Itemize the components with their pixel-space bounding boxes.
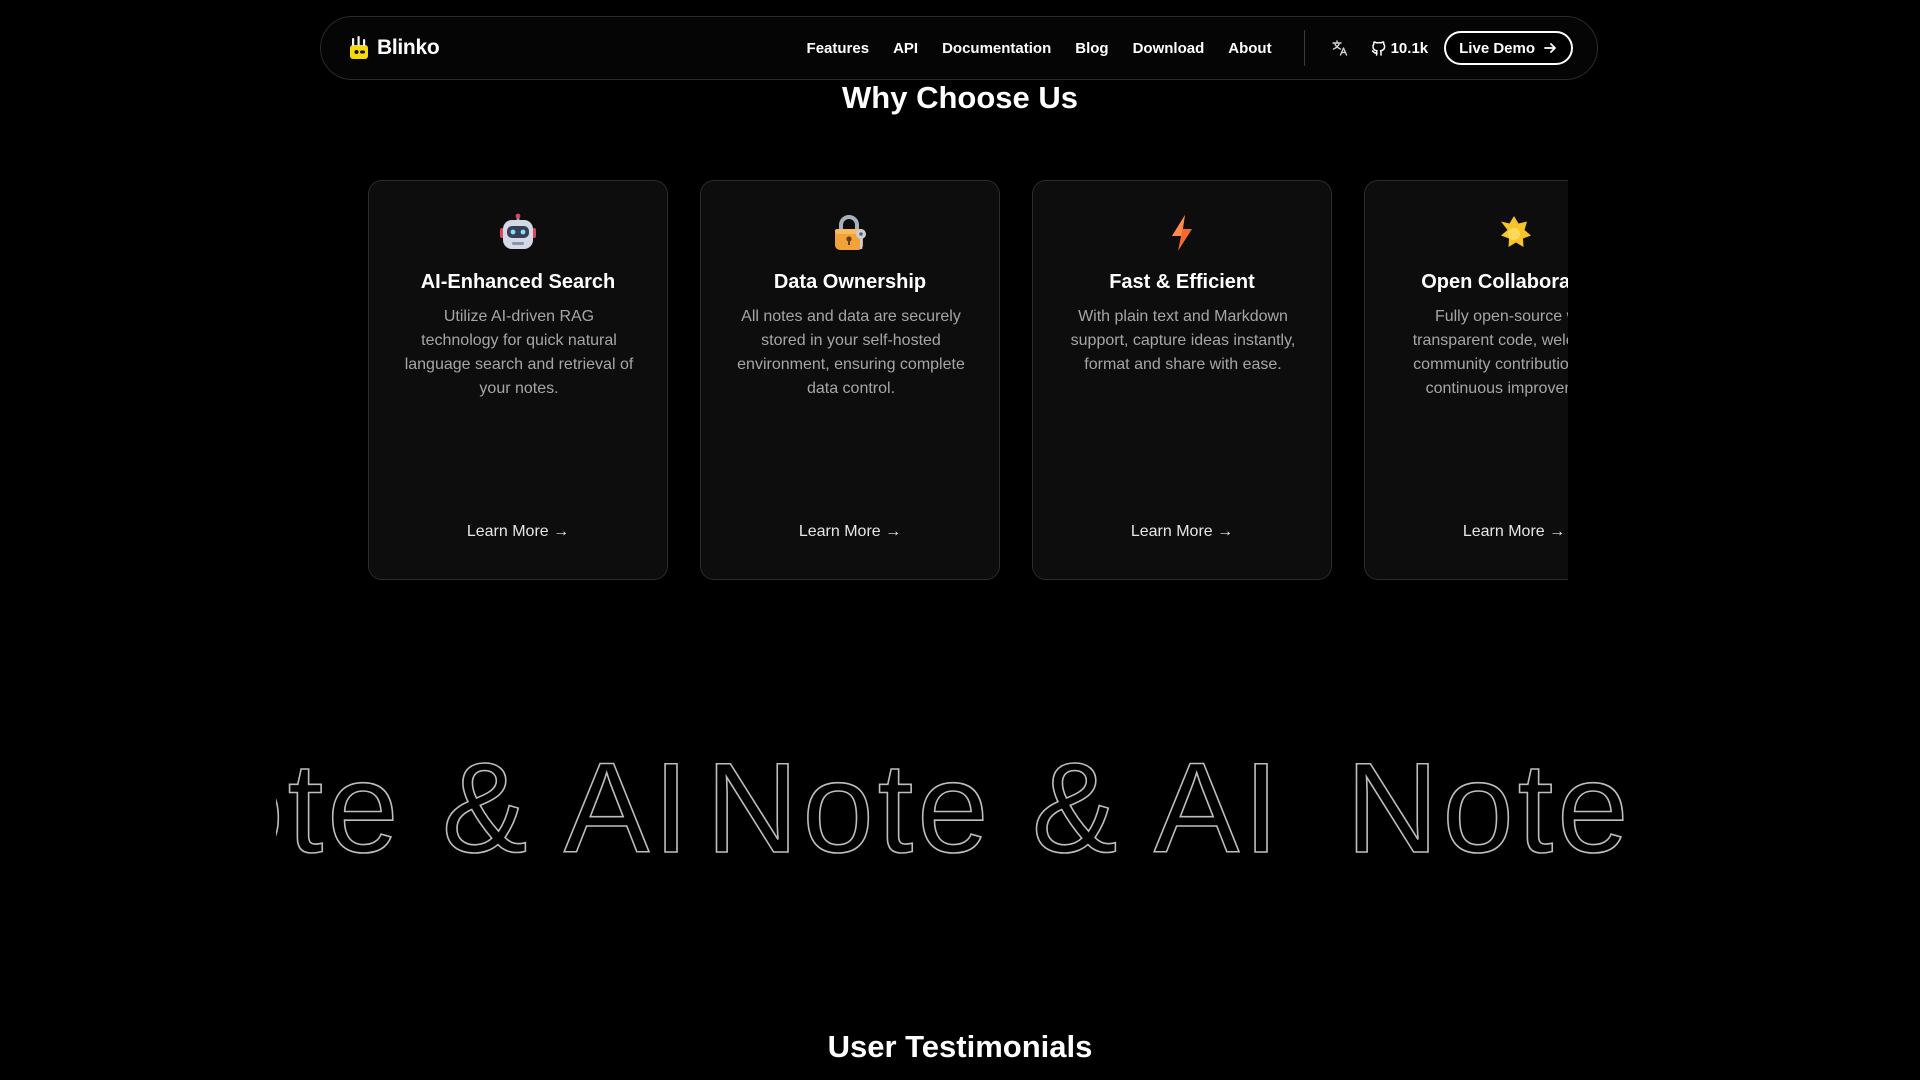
translate-icon[interactable] [1331,39,1349,57]
nav-link-features[interactable]: Features [807,40,870,57]
lock-key-icon [835,215,866,250]
feature-card-fast-efficient: Fast & Efficient With plain text and Mar… [1032,180,1332,580]
card-description: Utilize AI-driven RAG technology for qui… [404,308,634,397]
arrow-right-icon [1544,43,1556,53]
nav-links: Features API Documentation Blog Download… [807,40,1272,57]
why-choose-us-title: Why Choose Us [842,80,1078,115]
card-description: Fully open-source with transparent code,… [1412,308,1568,397]
marquee-text: Note & AI [276,740,693,860]
learn-more-link[interactable]: Learn More → [1365,523,1568,541]
nav-divider [1303,30,1305,66]
logo-icon [350,36,368,59]
nav-link-about[interactable]: About [1228,40,1271,57]
card-description: With plain text and Markdown support, ca… [1070,308,1296,373]
marquee-text: Note & AI [1346,740,1646,860]
top-navbar: Blinko Features API Documentation Blog D… [320,16,1598,80]
card-description: All notes and data are securely stored i… [737,308,965,397]
logo[interactable]: Blinko [347,35,440,61]
github-icon [1371,41,1385,56]
nav-link-documentation[interactable]: Documentation [942,40,1051,57]
marquee-banner: Note & AI Note & AI Note & AI [276,740,1646,860]
card-title: Data Ownership [773,271,927,293]
github-star-count: 10.1k [1390,39,1429,57]
learn-more-link[interactable]: Learn More → [369,523,667,541]
live-demo-label: Live Demo [1459,39,1535,57]
feature-card-ai-search: AI-Enhanced Search Utilize AI-driven RAG… [368,180,668,580]
feature-card-data-ownership: Data Ownership All notes and data are se… [700,180,1000,580]
marquee-svg: Note & AI Note & AI Note & AI [276,740,1646,860]
sparkle-icon [1501,216,1531,247]
nav-link-blog[interactable]: Blog [1075,40,1108,57]
robot-icon [500,213,536,249]
feature-card-open-collaboration: Open Collaboration Fully open-source wit… [1364,180,1568,580]
github-stars[interactable]: 10.1k [1371,39,1429,57]
learn-more-link[interactable]: Learn More → [701,523,999,541]
card-title: Open Collaboration [1421,271,1568,293]
features-track: AI-Enhanced Search Utilize AI-driven RAG… [368,180,1568,580]
nav-link-api[interactable]: API [893,40,918,57]
user-testimonials-title: User Testimonials [827,1029,1093,1064]
nav-link-download[interactable]: Download [1133,40,1205,57]
live-demo-button[interactable]: Live Demo [1444,31,1573,65]
lightning-icon [1172,215,1192,251]
learn-more-link[interactable]: Learn More → [1033,523,1331,541]
marquee-text: Note & AI [706,740,1283,860]
card-title: AI-Enhanced Search [420,271,616,293]
card-title: Fast & Efficient [1109,271,1255,293]
features-carousel: AI-Enhanced Search Utilize AI-driven RAG… [368,180,1568,580]
logo-text: Blinko [377,36,440,59]
